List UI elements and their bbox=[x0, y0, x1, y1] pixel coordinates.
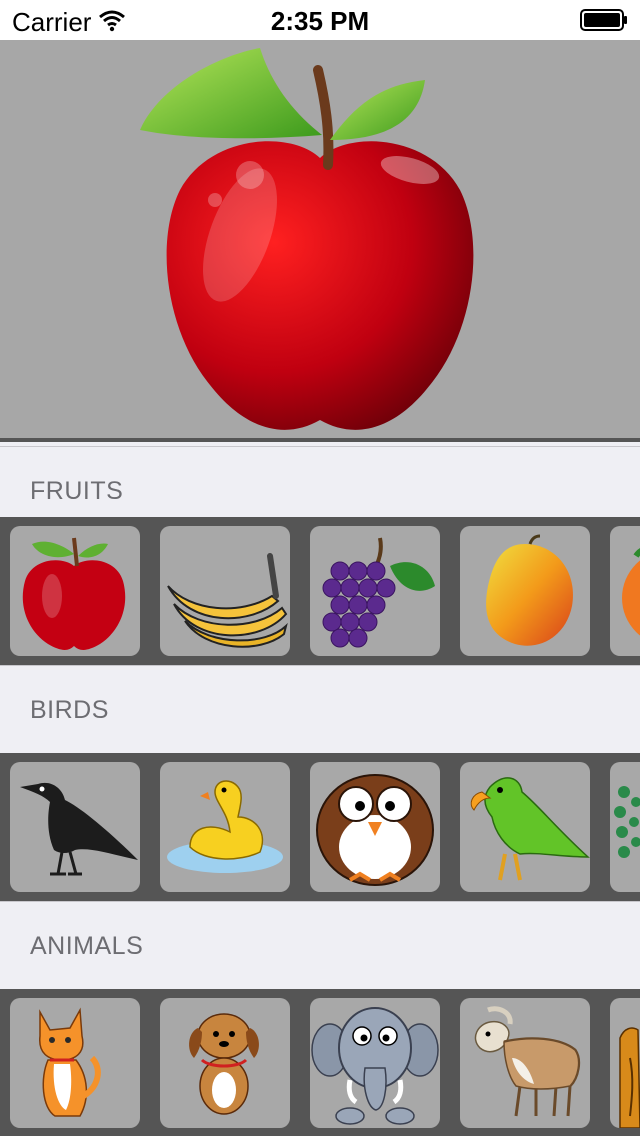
fruits-row[interactable] bbox=[0, 517, 640, 665]
section-title: BIRDS bbox=[30, 696, 109, 724]
section-title: FRUITS bbox=[30, 477, 124, 505]
apple-icon bbox=[22, 537, 126, 650]
section-header-animals: ANIMALS bbox=[0, 901, 640, 977]
goat-tile[interactable] bbox=[460, 998, 590, 1128]
banana-icon bbox=[167, 553, 288, 648]
section-title: ANIMALS bbox=[30, 932, 144, 960]
parrot-icon bbox=[470, 777, 590, 881]
goat-icon bbox=[474, 1006, 581, 1117]
duck-tile[interactable] bbox=[160, 762, 290, 892]
status-bar: Carrier 2:35 PM bbox=[0, 0, 640, 40]
parrot-tile[interactable] bbox=[460, 762, 590, 892]
mango-tile[interactable] bbox=[460, 526, 590, 656]
crow-icon bbox=[20, 782, 138, 876]
orange-tile[interactable] bbox=[610, 526, 640, 656]
animals-row[interactable] bbox=[0, 989, 640, 1136]
battery-icon bbox=[580, 9, 627, 31]
elephant-icon bbox=[311, 1007, 439, 1125]
orange-icon bbox=[622, 548, 640, 636]
banana-tile[interactable] bbox=[160, 526, 290, 656]
cat-tile[interactable] bbox=[10, 998, 140, 1128]
lion-icon bbox=[619, 1027, 640, 1128]
owl-icon bbox=[316, 774, 434, 886]
section-header-birds: BIRDS bbox=[0, 665, 640, 741]
crow-tile[interactable] bbox=[10, 762, 140, 892]
owl-tile[interactable] bbox=[310, 762, 440, 892]
peacock-icon bbox=[614, 786, 640, 858]
status-time: 2:35 PM bbox=[270, 6, 370, 36]
elephant-tile[interactable] bbox=[310, 998, 440, 1128]
birds-row[interactable] bbox=[0, 753, 640, 901]
apple-tile[interactable] bbox=[10, 526, 140, 656]
hero-panel bbox=[0, 40, 640, 442]
lion-tile[interactable] bbox=[610, 998, 640, 1128]
duck-icon bbox=[167, 780, 283, 873]
dog-icon bbox=[189, 1013, 259, 1115]
cat-icon bbox=[39, 1007, 101, 1117]
grapes-tile[interactable] bbox=[310, 526, 440, 656]
peacock-tile[interactable] bbox=[610, 762, 640, 892]
mango-icon bbox=[486, 534, 573, 646]
dog-tile[interactable] bbox=[160, 998, 290, 1128]
section-header-fruits: FRUITS bbox=[0, 446, 640, 522]
hero-apple-icon bbox=[140, 48, 474, 430]
grapes-icon bbox=[322, 537, 435, 648]
